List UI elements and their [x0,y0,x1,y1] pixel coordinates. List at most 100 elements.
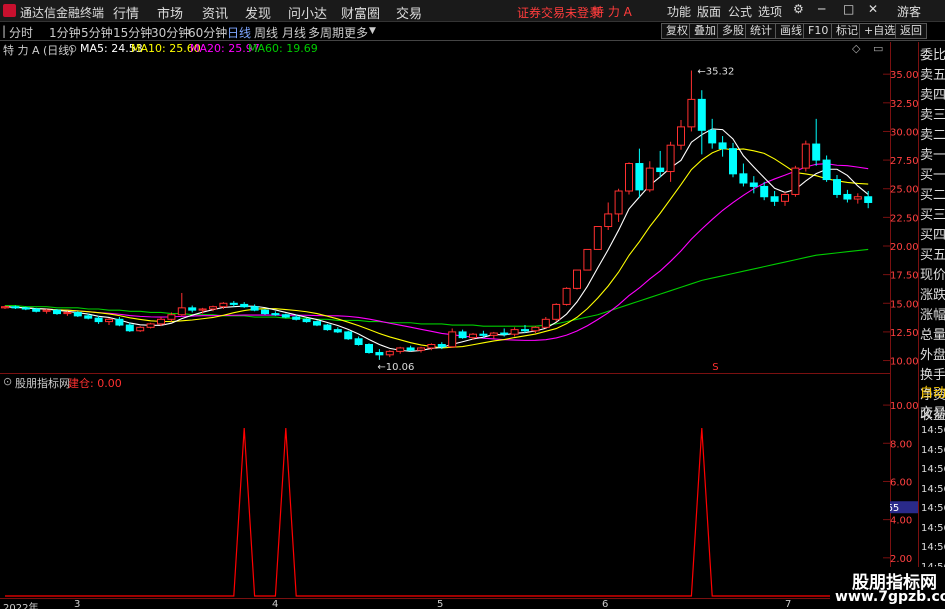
price-axis-label: 10.00 [890,357,918,368]
date-label-may: 5 [437,599,444,609]
login-status: 证券交易未登录 [517,6,602,20]
candle-body [250,306,259,311]
candle-body [177,307,186,316]
candle-body [760,185,769,198]
low-price-label: ←10.06 [377,362,414,372]
ma60-label: MA60: 19.69 [248,42,318,55]
menu-item-wealth[interactable]: 财富圈 [341,3,380,22]
indicator-chart[interactable] [0,378,890,598]
account-label[interactable]: 游客 [897,3,921,20]
tab-1min[interactable]: 1分钟 [49,24,81,41]
candle-body [708,129,717,144]
maximize-icon[interactable]: □ [843,2,854,16]
candle-body [573,269,581,289]
price-axis-label: 15.00 [890,299,918,310]
tab-60min[interactable]: 60分钟 [188,24,227,41]
menu-item-trade[interactable]: 交易 [396,3,422,22]
candle-body [500,332,509,335]
candle-body [354,338,363,346]
tab-15min[interactable]: 15分钟 [113,24,152,41]
candle-body [32,308,41,312]
quote-field-label: 换手 [920,368,945,383]
candle-body [167,314,176,320]
quote-field-label: 卖五 [920,68,945,83]
candle-body [853,196,862,200]
watermark: 股朋指标网 www.7gpzb.com [830,567,945,609]
settings-small-icon[interactable]: ⊙ [68,42,77,55]
price-axis: 35.00 32.50 30.00 27.50 25.00 22.50 20.00 17.50… [890,70,918,565]
quote-field-label: 涨幅 [920,308,945,323]
candle-body [687,98,696,128]
menu-item-quotes[interactable]: 行情 [113,3,139,22]
candle-body [21,307,30,310]
price-axis-label: 32.50 [890,99,918,110]
candle-body [843,193,852,200]
date-label-june: 6 [602,599,609,609]
minimize-icon[interactable]: ─ [818,2,825,16]
quote-field-label: 现价 [920,268,945,283]
tab-monthly[interactable]: 月线 [282,24,306,41]
quote-field-label: 卖四 [920,88,945,103]
candle-body [801,143,810,169]
candle-body [271,313,280,316]
trade-time: 14:56 [921,503,945,514]
candle-body [417,347,425,351]
candle-body [198,308,207,311]
tab-multi-period[interactable]: 多周期 [308,24,344,41]
candle-body [479,333,488,336]
trade-time: 14:56 [921,425,945,436]
candle-body [541,318,550,328]
tab-5min[interactable]: 5分钟 [81,24,113,41]
candle-body [521,329,529,332]
close-icon[interactable]: ✕ [868,2,878,16]
menu-item-news[interactable]: 资讯 [202,3,228,22]
price-axis-label: 30.00 [890,127,918,138]
menu-formula[interactable]: 公式 [728,3,752,20]
indicator-axis-label: 4.00 [890,516,912,527]
indicator-value-label: 4.65 [890,503,899,514]
f10-button[interactable]: F10 [803,23,834,39]
candlestick-chart[interactable]: ←35.32 ←10.06 S [0,57,890,372]
menu-item-market[interactable]: 市场 [157,3,183,22]
candle-body [63,311,72,315]
tab-weekly[interactable]: 周线 [254,24,278,41]
price-axis-label: 35.00 [890,70,918,81]
quote-field-label[interactable]: 交易 [920,402,945,421]
quote-field-label: 买一 [920,168,945,183]
menu-options[interactable]: 选项 [758,3,782,20]
candle-body [344,331,353,340]
quote-field-label: 卖三 [920,108,945,123]
menu-layout[interactable]: 版面 [697,3,721,20]
candle-body [385,350,394,356]
candle-body [469,333,477,339]
app-title: 通达信金融终端 [20,6,105,20]
candle-body [489,332,498,336]
tab-30min[interactable]: 30分钟 [151,24,190,41]
tab-intraday[interactable]: 分时 [9,24,33,41]
date-label-march: 3 [74,599,81,609]
candle-body [593,226,602,250]
quote-field-label[interactable]: 自动 [920,382,945,401]
back-button[interactable]: 返回 [895,23,927,39]
expand-icon[interactable]: ▭ [873,42,883,55]
tab-daily[interactable]: 日线 [227,24,251,41]
tab-more[interactable]: 更多 [344,24,368,41]
trade-time: 14:56 [921,483,945,495]
diamond-icon[interactable]: ◇ [852,42,860,55]
more-dropdown-icon[interactable]: ▼ [369,26,376,36]
candle-body [729,148,737,175]
menu-function[interactable]: 功能 [667,3,691,20]
menu-bar: 通达信金融终端 行情 市场 资讯 发现 问小达 财富圈 交易 证券交易未登录 特… [0,0,945,22]
settings-icon[interactable]: ⚙ [793,2,804,16]
candle-body [105,318,113,323]
candle-body [822,159,831,181]
statistics-button[interactable]: 统计 [745,23,777,39]
candle-body [749,182,758,187]
menu-item-discover[interactable]: 发现 [245,3,271,22]
candle-body [11,306,20,309]
candle-body [94,317,103,323]
candle-body [281,314,290,318]
menu-item-ask[interactable]: 问小达 [288,3,327,22]
quote-field-label: 总量 [920,328,945,343]
period-tab-bar: | 分时 1分钟 5分钟 15分钟 30分钟 60分钟 日线 周线 月线 多周期… [0,22,945,41]
